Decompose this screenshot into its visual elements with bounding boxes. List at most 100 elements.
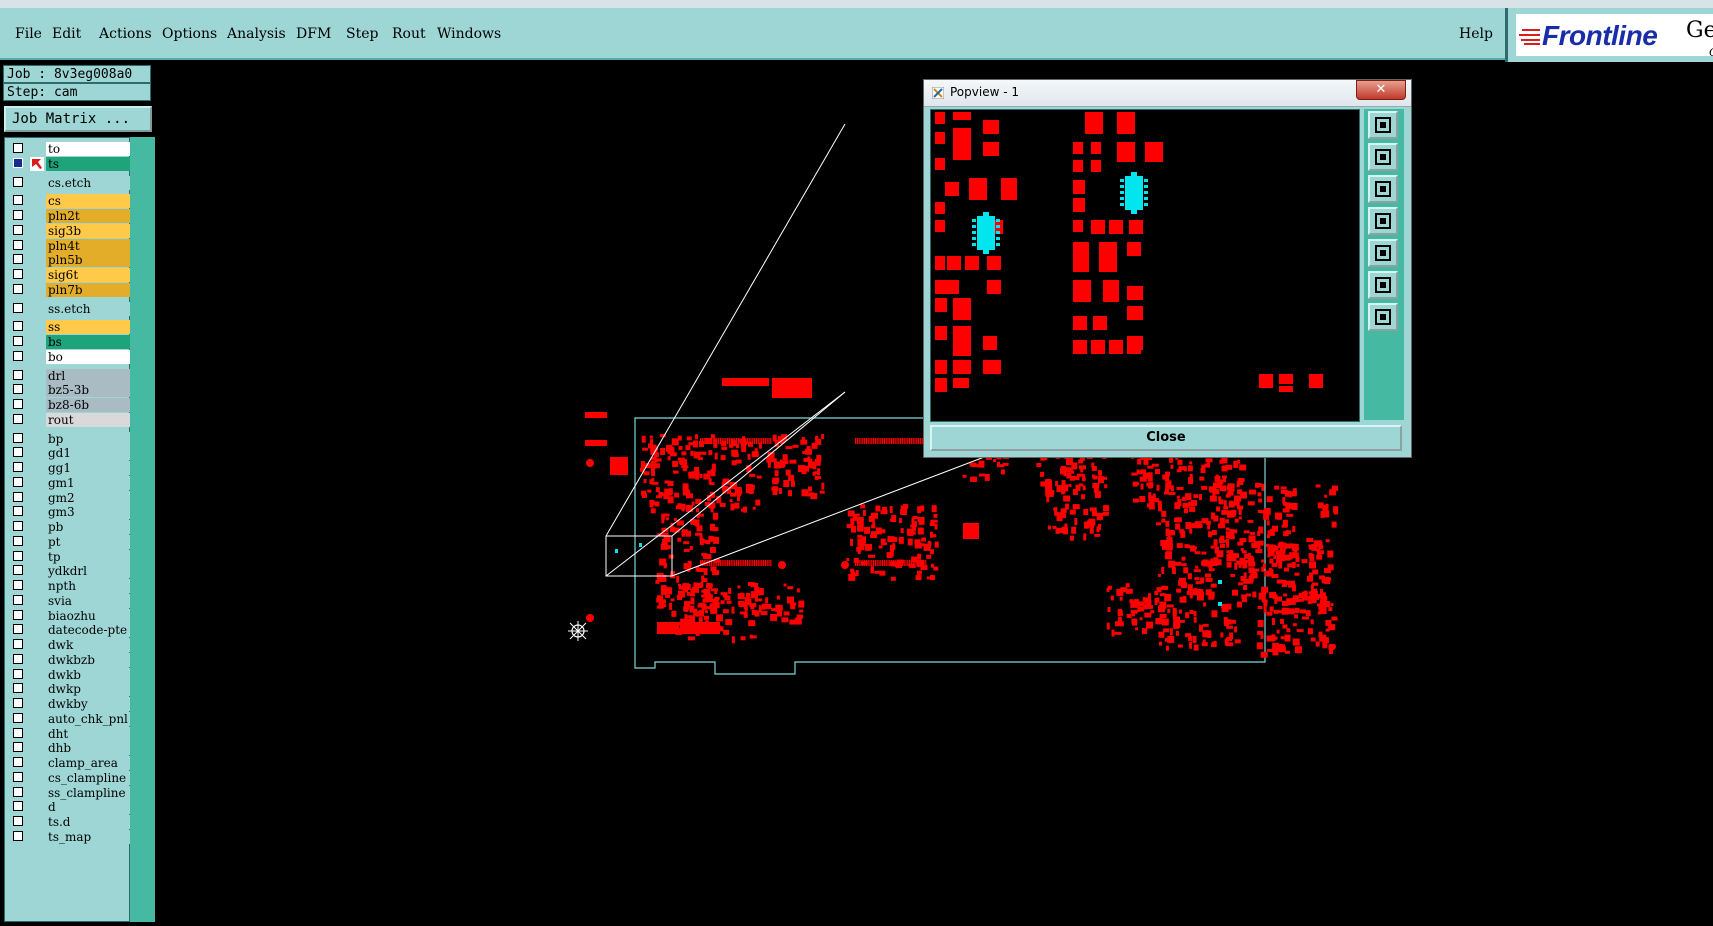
layer-checkbox[interactable] [13,432,23,443]
layer-row-ss-clampline[interactable]: ss_clampline [9,785,131,800]
layer-checkbox[interactable] [13,176,23,187]
layer-checkbox[interactable] [13,594,23,605]
layer-checkbox[interactable] [13,224,23,235]
layer-row-cs-clampline[interactable]: cs_clampline [9,770,131,785]
layer-row-dhb[interactable]: dhb [9,741,131,756]
menu-analysis[interactable]: Analysis [227,26,286,42]
layer-checkbox[interactable] [13,506,23,517]
layer-row-pln2t[interactable]: pln2t [9,209,131,223]
layer-checkbox[interactable] [13,521,23,531]
layer-checkbox[interactable] [13,727,23,738]
scroll-down-icon[interactable] [1368,175,1398,203]
layer-row-clamp-area[interactable]: clamp_area [9,756,131,770]
menu-rout[interactable]: Rout [392,26,426,42]
layer-checkbox[interactable] [13,653,23,664]
layer-checkbox[interactable] [13,157,23,168]
layer-row-bz5-3b[interactable]: bz5-3b [9,383,131,398]
layer-checkbox[interactable] [13,336,23,346]
layer-row-ss-etch[interactable]: ss.etch [9,301,131,316]
layer-row-to[interactable]: to [9,142,131,156]
layer-checkbox[interactable] [13,384,23,395]
layer-row-dwkb[interactable]: dwkb [9,667,131,682]
layer-row-biaozhu[interactable]: biaozhu [9,608,131,623]
layer-checkbox[interactable] [13,712,23,723]
layer-checkbox[interactable] [13,580,23,590]
layer-row-ts[interactable]: ts [9,156,131,171]
layer-row-cs-etch[interactable]: cs.etch [9,175,131,190]
menu-help[interactable]: Help [1459,26,1493,42]
layer-checkbox[interactable] [13,254,23,265]
layer-row-ss[interactable]: ss [9,320,131,335]
layer-list-scrollbar[interactable] [130,137,155,922]
layer-row-npth[interactable]: npth [9,579,131,593]
layer-row-sig3b[interactable]: sig3b [9,223,131,238]
layer-row-bs[interactable]: bs [9,335,131,349]
layer-row-ts-d[interactable]: ts.d [9,815,131,829]
layer-checkbox[interactable] [13,462,23,472]
layer-checkbox[interactable] [13,283,23,294]
layer-checkbox[interactable] [13,683,23,694]
layer-row-pln5b[interactable]: pln5b [9,253,131,268]
layer-row-gd1[interactable]: gd1 [9,446,131,461]
layer-checkbox[interactable] [13,565,23,576]
menu-file[interactable]: File [15,26,42,42]
layer-row-pb[interactable]: pb [9,520,131,534]
menu-edit[interactable]: Edit [52,26,81,42]
layer-row-ts-map[interactable]: ts_map [9,829,131,844]
layer-row-gg1[interactable]: gg1 [9,461,131,475]
layer-checkbox[interactable] [13,771,23,782]
layer-row-drl[interactable]: drl [9,368,131,383]
menu-windows[interactable]: Windows [437,26,501,42]
layer-checkbox[interactable] [13,535,23,546]
layer-row-gm1[interactable]: gm1 [9,475,131,490]
layer-row-dht[interactable]: dht [9,726,131,741]
layer-row-svia[interactable]: svia [9,593,131,608]
layer-checkbox[interactable] [13,786,23,797]
layer-checkbox[interactable] [13,830,23,841]
layer-row-pt[interactable]: pt [9,534,131,549]
layer-row-bo[interactable]: bo [9,349,131,364]
layer-checkbox[interactable] [13,447,23,458]
layer-checkbox[interactable] [13,491,23,502]
layer-row-pln4t[interactable]: pln4t [9,238,131,253]
layer-checkbox[interactable] [13,757,23,767]
layer-row-sig6t[interactable]: sig6t [9,268,131,282]
layer-checkbox[interactable] [13,476,23,487]
scroll-right-icon[interactable] [1368,239,1398,267]
menu-actions[interactable]: Actions [99,26,152,42]
layer-row-gm3[interactable]: gm3 [9,505,131,520]
layer-row-ydkdrl[interactable]: ydkdrl [9,564,131,579]
layer-checkbox[interactable] [13,195,23,206]
layer-checkbox[interactable] [13,413,23,424]
layer-row-dwk[interactable]: dwk [9,638,131,652]
layer-checkbox[interactable] [13,668,23,679]
layer-row-d[interactable]: d [9,800,131,815]
layer-checkbox[interactable] [13,698,23,708]
layer-checkbox[interactable] [13,801,23,812]
layer-checkbox[interactable] [13,639,23,649]
close-icon[interactable]: ✕ [1356,80,1406,100]
layer-row-pln7b[interactable]: pln7b [9,282,131,297]
layer-checkbox[interactable] [13,624,23,635]
layer-checkbox[interactable] [13,609,23,620]
popview-close-button[interactable]: Close [930,425,1402,451]
zoom-home-icon[interactable] [1368,111,1398,139]
layer-row-dwkby[interactable]: dwkby [9,697,131,711]
layer-row-datecode-pte[interactable]: datecode-pte [9,623,131,638]
menu-dfm[interactable]: DFM [296,26,331,42]
layer-checkbox[interactable] [13,239,23,250]
pan-center-icon[interactable] [1368,303,1398,331]
menu-options[interactable]: Options [162,26,217,42]
layer-row-bp[interactable]: bp [9,431,131,446]
popview-zoom-view[interactable] [930,109,1360,422]
layer-checkbox[interactable] [13,399,23,409]
scroll-up-icon[interactable] [1368,143,1398,171]
layer-checkbox[interactable] [13,143,23,153]
layer-checkbox[interactable] [13,350,23,361]
job-matrix-button[interactable]: Job Matrix ... [4,106,152,132]
layer-row-gm2[interactable]: gm2 [9,490,131,505]
layer-checkbox[interactable] [13,302,23,313]
layer-checkbox[interactable] [13,550,23,561]
zoom-fit-icon[interactable] [1368,271,1398,299]
layer-row-cs[interactable]: cs [9,194,131,209]
